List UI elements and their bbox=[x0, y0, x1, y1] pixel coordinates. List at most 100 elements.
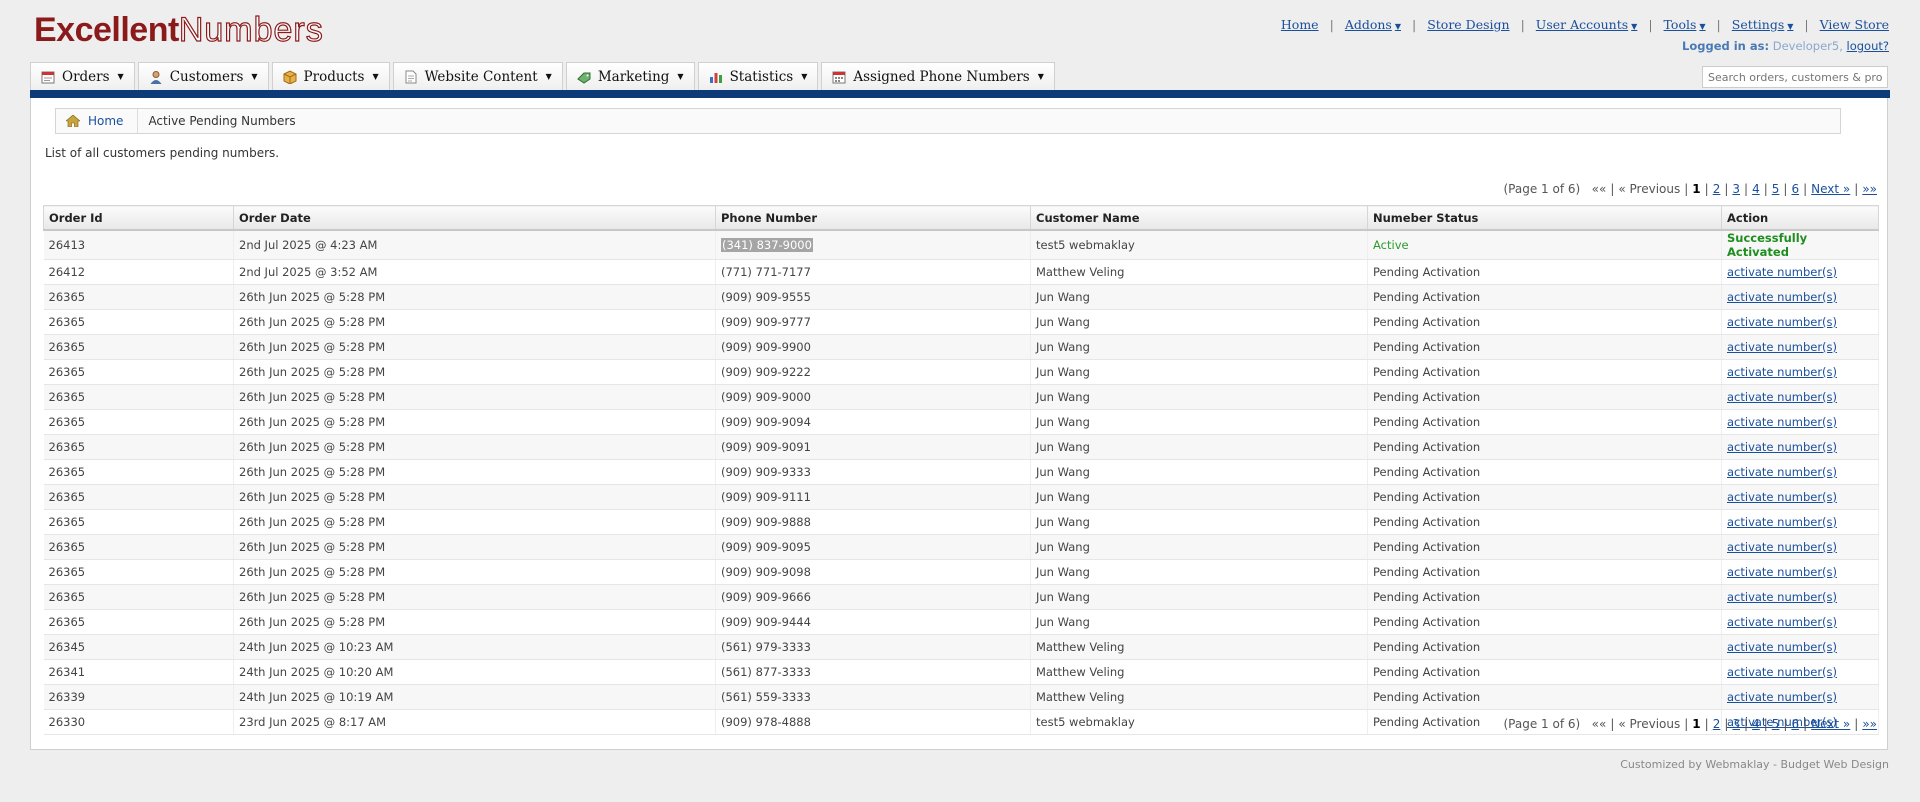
order-id: 26365 bbox=[48, 465, 86, 479]
pager-next-link[interactable]: Next » bbox=[1811, 717, 1850, 731]
cell-action: activate number(s) bbox=[1721, 634, 1879, 660]
pager-separator: | bbox=[1803, 182, 1808, 196]
pager-page-link[interactable]: 5 bbox=[1772, 182, 1780, 196]
pager-page-link[interactable]: 4 bbox=[1752, 717, 1760, 731]
cell-order-id: 26365 bbox=[43, 584, 234, 610]
cell-number-status: Pending Activation bbox=[1367, 659, 1722, 685]
activate-numbers-link[interactable]: activate number(s) bbox=[1727, 490, 1837, 504]
pager-separator: | bbox=[1854, 717, 1859, 731]
logo[interactable]: ExcellentNumbers bbox=[34, 10, 324, 50]
top-link-label: User Accounts bbox=[1535, 17, 1629, 32]
cell-customer-name: Jun Wang bbox=[1030, 359, 1368, 385]
nav-website-content[interactable]: Website Content ▼ bbox=[392, 62, 563, 90]
pager-page-link[interactable]: 4 bbox=[1752, 182, 1760, 196]
activate-numbers-link[interactable]: activate number(s) bbox=[1727, 365, 1837, 379]
pager-separator: | bbox=[1854, 182, 1859, 196]
customer-name: test5 webmaklay bbox=[1036, 238, 1135, 252]
top-link-user-accounts[interactable]: User Accounts ▼ bbox=[1536, 17, 1638, 32]
activate-numbers-link[interactable]: activate number(s) bbox=[1727, 390, 1837, 404]
activate-numbers-link[interactable]: activate number(s) bbox=[1727, 640, 1837, 654]
cell-action: activate number(s) bbox=[1721, 559, 1879, 585]
activate-numbers-link[interactable]: activate number(s) bbox=[1727, 565, 1837, 579]
nav-label: Website Content bbox=[424, 68, 538, 85]
top-link-store-design[interactable]: Store Design bbox=[1427, 17, 1509, 32]
cell-action: activate number(s) bbox=[1721, 659, 1879, 685]
table-row: 26365 26th Jun 2025 @ 5:28 PM (909) 909-98… bbox=[43, 509, 1879, 535]
status-text: Pending Activation bbox=[1373, 690, 1481, 704]
nav-label: Products bbox=[303, 68, 365, 85]
top-link-addons[interactable]: Addons ▼ bbox=[1345, 17, 1401, 32]
table-row: 26365 26th Jun 2025 @ 5:28 PM (909) 909-90… bbox=[43, 559, 1879, 585]
nav-orders[interactable]: Orders ▼ bbox=[30, 62, 135, 90]
nav-statistics[interactable]: Statistics ▼ bbox=[697, 62, 819, 90]
breadcrumb-home[interactable]: Home bbox=[56, 109, 137, 133]
nav-assigned-phone-numbers[interactable]: Assigned Phone Numbers ▼ bbox=[821, 62, 1055, 90]
pager-page-link[interactable]: 6 bbox=[1791, 717, 1799, 731]
customers-icon bbox=[149, 70, 163, 84]
table-row: 26339 24th Jun 2025 @ 10:19 AM (561) 559-3… bbox=[43, 684, 1879, 710]
phone-number: (909) 909-9900 bbox=[721, 340, 811, 354]
top-link-tools[interactable]: Tools ▼ bbox=[1664, 17, 1706, 32]
nav-marketing[interactable]: Marketing ▼ bbox=[565, 62, 695, 90]
table-row: 26412 2nd Jul 2025 @ 3:52 AM (771) 771-717… bbox=[43, 259, 1879, 285]
cell-customer-name: test5 webmaklay bbox=[1030, 230, 1368, 260]
nav-products[interactable]: Products ▼ bbox=[271, 62, 390, 90]
logout-link[interactable]: logout? bbox=[1847, 39, 1889, 53]
order-id: 26365 bbox=[48, 515, 86, 529]
cell-order-date: 24th Jun 2025 @ 10:19 AM bbox=[233, 684, 716, 710]
cell-phone-number: (909) 909-9222 bbox=[715, 359, 1031, 385]
activate-numbers-link[interactable]: activate number(s) bbox=[1727, 265, 1837, 279]
activate-numbers-link[interactable]: activate number(s) bbox=[1727, 515, 1837, 529]
activate-numbers-link[interactable]: activate number(s) bbox=[1727, 590, 1837, 604]
logo-text-part1: Excellent bbox=[34, 11, 179, 49]
pager-page-link[interactable]: 5 bbox=[1772, 717, 1780, 731]
search-input[interactable] bbox=[1702, 66, 1888, 88]
pager-page-link[interactable]: 3 bbox=[1732, 182, 1740, 196]
order-date: 26th Jun 2025 @ 5:28 PM bbox=[239, 515, 386, 529]
pagination-bottom: (Page 1 of 6) «« | « Previous | 1 | 2 | 3 | 4 | 5 | 6 |… bbox=[1503, 717, 1877, 731]
activate-numbers-link[interactable]: activate number(s) bbox=[1727, 540, 1837, 554]
activate-numbers-link[interactable]: activate number(s) bbox=[1727, 440, 1837, 454]
pager-page-link[interactable]: 2 bbox=[1713, 717, 1721, 731]
top-link-view-store[interactable]: View Store bbox=[1820, 17, 1889, 32]
order-id: 26365 bbox=[48, 340, 86, 354]
nav-customers[interactable]: Customers ▼ bbox=[137, 62, 269, 90]
order-id: 26345 bbox=[48, 640, 86, 654]
order-date: 23rd Jun 2025 @ 8:17 AM bbox=[239, 715, 387, 729]
top-link-home[interactable]: Home bbox=[1281, 17, 1319, 32]
cell-order-date: 26th Jun 2025 @ 5:28 PM bbox=[233, 309, 716, 335]
phone-numbers-icon bbox=[832, 70, 846, 84]
activate-numbers-link[interactable]: activate number(s) bbox=[1727, 290, 1837, 304]
table-row: 26345 24th Jun 2025 @ 10:23 AM (561) 979-3… bbox=[43, 634, 1879, 660]
pager-next-link[interactable]: Next » bbox=[1811, 182, 1850, 196]
pager-page-link[interactable]: 3 bbox=[1732, 717, 1740, 731]
activate-numbers-link[interactable]: activate number(s) bbox=[1727, 315, 1837, 329]
customer-name: Jun Wang bbox=[1036, 540, 1090, 554]
cell-number-status: Pending Activation bbox=[1367, 284, 1722, 310]
caret-down-icon: ▼ bbox=[1631, 22, 1638, 31]
pager-last-link[interactable]: »» bbox=[1862, 182, 1877, 196]
pager-separator: | bbox=[1763, 717, 1768, 731]
status-text: Active bbox=[1373, 238, 1409, 252]
activate-numbers-link[interactable]: activate number(s) bbox=[1727, 665, 1837, 679]
order-date: 26th Jun 2025 @ 5:28 PM bbox=[239, 465, 386, 479]
top-link-settings[interactable]: Settings ▼ bbox=[1732, 17, 1794, 32]
activate-numbers-link[interactable]: activate number(s) bbox=[1727, 415, 1837, 429]
cell-order-id: 26365 bbox=[43, 534, 234, 560]
breadcrumb-home-link[interactable]: Home bbox=[88, 114, 123, 128]
pager-page-link[interactable]: 6 bbox=[1791, 182, 1799, 196]
activate-numbers-link[interactable]: activate number(s) bbox=[1727, 690, 1837, 704]
top-link-separator: | bbox=[1329, 17, 1334, 32]
activate-numbers-link[interactable]: activate number(s) bbox=[1727, 340, 1837, 354]
pager-last-link[interactable]: »» bbox=[1862, 717, 1877, 731]
cell-action: activate number(s) bbox=[1721, 384, 1879, 410]
pager-first: «« bbox=[1591, 717, 1607, 731]
activate-numbers-link[interactable]: activate number(s) bbox=[1727, 615, 1837, 629]
cell-phone-number: (341) 837-9000 bbox=[715, 230, 1031, 260]
pager-page-link[interactable]: 2 bbox=[1713, 182, 1721, 196]
cell-number-status: Pending Activation bbox=[1367, 484, 1722, 510]
caret-down-icon: ▼ bbox=[1394, 22, 1401, 31]
cell-customer-name: Jun Wang bbox=[1030, 559, 1368, 585]
cell-customer-name: Jun Wang bbox=[1030, 584, 1368, 610]
activate-numbers-link[interactable]: activate number(s) bbox=[1727, 465, 1837, 479]
